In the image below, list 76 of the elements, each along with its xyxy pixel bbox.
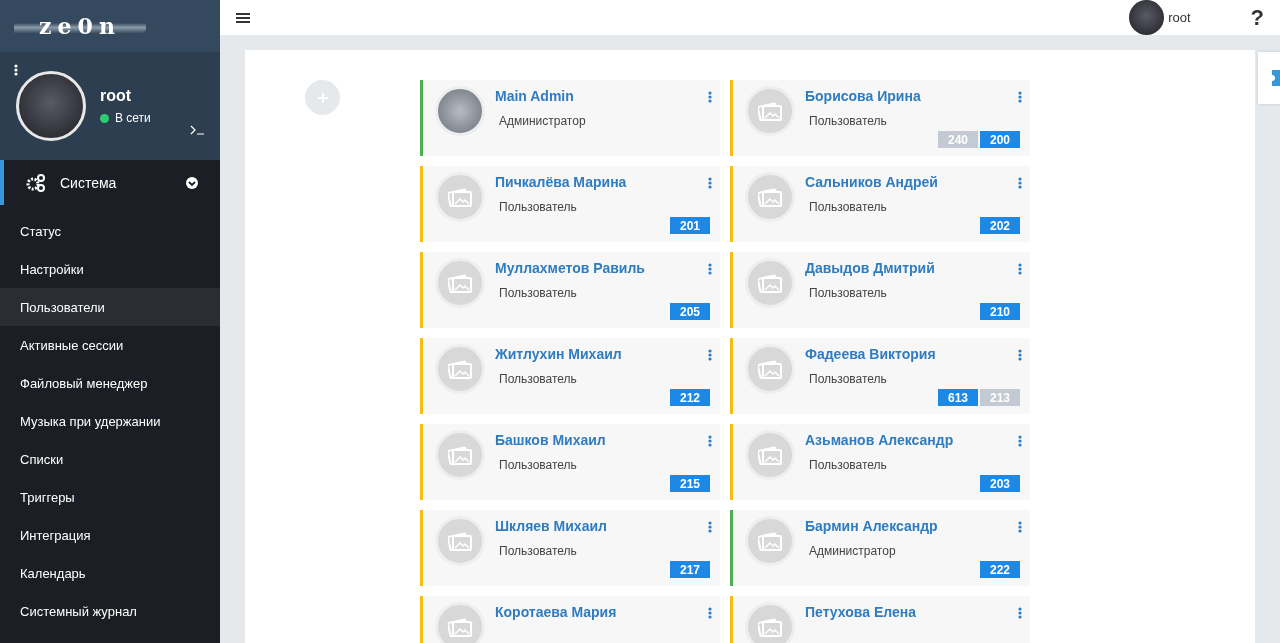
user-name[interactable]: Фадеева Виктория [805, 346, 1020, 362]
user-name[interactable]: Муллахметов Равиль [495, 260, 710, 276]
user-name[interactable]: Бармин Александр [805, 518, 1020, 534]
user-card[interactable]: Шкляев Михаил Пользователь 217 [420, 510, 720, 586]
kebab-icon[interactable] [14, 64, 18, 76]
plus-icon [317, 92, 328, 103]
extension-badge: 613 [938, 389, 978, 406]
status-text: В сети [115, 111, 151, 125]
user-name[interactable]: Коротаева Мария [495, 604, 710, 620]
user-card[interactable]: Пичкалёва Марина Пользователь 201 [420, 166, 720, 242]
menu-item[interactable]: Настройки [0, 250, 220, 288]
menu-item[interactable]: Календарь [0, 554, 220, 592]
user-card[interactable]: Бармин Александр Администратор 222 [730, 510, 1030, 586]
user-name[interactable]: Житлухин Михаил [495, 346, 710, 362]
user-name[interactable]: Пичкалёва Марина [495, 174, 710, 190]
menu-item[interactable]: Пользователи [0, 288, 220, 326]
menu-item[interactable]: Интеграция [0, 516, 220, 554]
extension-badge: 201 [670, 217, 710, 234]
user-name[interactable]: root [1168, 10, 1191, 25]
extension-badge: 205 [670, 303, 710, 320]
user-card[interactable]: Фадеева Виктория Пользователь 613 213 [730, 338, 1030, 414]
puzzle-icon [1270, 68, 1280, 88]
user-role: Пользователь [499, 544, 578, 558]
user-role: Администратор [499, 114, 587, 128]
user-role: Пользователь [809, 458, 888, 472]
user-card[interactable]: Муллахметов Равиль Пользователь 205 [420, 252, 720, 328]
user-card[interactable]: Петухова Елена [730, 596, 1030, 643]
user-card[interactable]: Житлухин Михаил Пользователь 212 [420, 338, 720, 414]
user-name[interactable]: Петухова Елена [805, 604, 1020, 620]
menu-item[interactable]: Файловый менеджер [0, 364, 220, 402]
user-card[interactable]: Башков Михаил Пользователь 215 [420, 424, 720, 500]
extension-badge: 217 [670, 561, 710, 578]
user-role: Пользователь [809, 200, 888, 214]
user-name[interactable]: Main Admin [495, 88, 710, 104]
user-role: Пользователь [499, 200, 578, 214]
side-tab[interactable] [1258, 52, 1280, 104]
user-card[interactable]: Коротаева Мария [420, 596, 720, 643]
user-name[interactable]: Башков Михаил [495, 432, 710, 448]
help-link[interactable]: ? [1250, 4, 1264, 31]
menu-item[interactable]: Списки [0, 440, 220, 478]
terminal-icon[interactable] [190, 124, 204, 138]
extension-badge: 203 [980, 475, 1020, 492]
gears-icon [26, 173, 46, 192]
user-name[interactable]: Шкляев Михаил [495, 518, 710, 534]
user-name[interactable]: Давыдов Дмитрий [805, 260, 1020, 276]
user-card[interactable]: Азьманов Александр Пользователь 203 [730, 424, 1030, 500]
user-role: Пользователь [809, 114, 888, 128]
menu-item[interactable]: Статус [0, 212, 220, 250]
user-role: Пользователь [499, 458, 578, 472]
extension-badge: 210 [980, 303, 1020, 320]
extension-badge: 215 [670, 475, 710, 492]
profile-name: root [100, 87, 133, 105]
menu-item[interactable]: Триггеры [0, 478, 220, 516]
menu-item[interactable]: Системный журнал [0, 592, 220, 630]
extension-badge: 240 [938, 131, 978, 148]
user-name[interactable]: Азьманов Александр [805, 432, 1020, 448]
user-card[interactable]: Main Admin Администратор [420, 80, 720, 156]
user-name[interactable]: Борисова Ирина [805, 88, 1020, 104]
user-role: Пользователь [809, 286, 888, 300]
extension-badge: 222 [980, 561, 1020, 578]
user-role: Пользователь [809, 372, 888, 386]
extension-badge: 202 [980, 217, 1020, 234]
user-card[interactable]: Давыдов Дмитрий Пользователь 210 [730, 252, 1030, 328]
user-role: Пользователь [499, 286, 578, 300]
user-name[interactable]: Сальников Андрей [805, 174, 1020, 190]
extension-badge: 213 [980, 389, 1020, 406]
user-card[interactable]: Борисова Ирина Пользователь 240 200 [730, 80, 1030, 156]
menu-icon[interactable] [236, 11, 250, 24]
user-card[interactable]: Сальников Андрей Пользователь 202 [730, 166, 1030, 242]
avatar-photo-placeholder [1129, 0, 1165, 35]
menu-item[interactable]: Активные сессии [0, 326, 220, 364]
menu-item[interactable]: Музыка при удержании [0, 402, 220, 440]
user-role: Пользователь [499, 372, 578, 386]
extension-badge: 200 [980, 131, 1020, 148]
extension-badge: 212 [670, 389, 710, 406]
user-role: Администратор [809, 544, 897, 558]
